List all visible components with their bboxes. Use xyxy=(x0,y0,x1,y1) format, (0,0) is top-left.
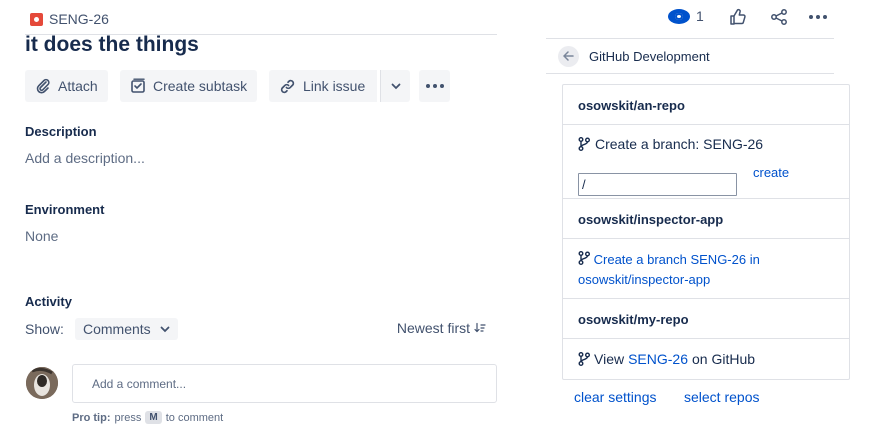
create-branch-row: Create a branch: SENG-26 xyxy=(578,136,763,152)
more-dots-icon xyxy=(425,84,444,88)
subtask-icon xyxy=(131,78,145,93)
show-label: Show: xyxy=(25,321,64,337)
keyboard-shortcut-key: M xyxy=(145,411,162,424)
repo-name: osowskit/an-repo xyxy=(578,98,685,113)
pro-tip-bold: Pro tip: xyxy=(72,411,111,424)
issue-title[interactable]: it does the things xyxy=(25,33,199,57)
link-issue-label: Link issue xyxy=(303,78,366,94)
pro-tip: Pro tip: press M to comment xyxy=(72,411,223,424)
github-panel-header: GitHub Development xyxy=(546,38,834,74)
view-on-github-row: View SENG-26 on GitHub xyxy=(578,351,755,367)
more-dots-icon xyxy=(809,15,827,19)
more-actions-button[interactable] xyxy=(419,70,450,102)
watchers-button[interactable]: 1 xyxy=(668,8,704,24)
create-branch-link[interactable]: create xyxy=(753,165,789,180)
create-subtask-button[interactable]: Create subtask xyxy=(120,70,258,102)
github-repos-panel: osowskit/an-repo Create a branch: SENG-2… xyxy=(562,84,850,380)
environment-heading: Environment xyxy=(25,202,105,217)
repo-name: osowskit/inspector-app xyxy=(578,212,724,227)
create-branch-link[interactable]: Create a branch SENG-26 in osowskit/insp… xyxy=(578,252,760,287)
activity-heading: Activity xyxy=(25,294,72,309)
view-prefix: View xyxy=(594,351,625,367)
link-issue-dropdown-button[interactable] xyxy=(380,70,410,102)
git-branch-icon xyxy=(578,352,590,366)
view-suffix: on GitHub xyxy=(692,351,756,367)
eye-icon xyxy=(668,8,690,24)
paperclip-icon xyxy=(36,78,50,94)
share-icon xyxy=(771,9,787,25)
watchers-count: 1 xyxy=(696,8,704,24)
select-repos-link[interactable]: select repos xyxy=(684,389,759,405)
chevron-down-icon xyxy=(160,326,170,332)
sort-order-button[interactable]: Newest first xyxy=(397,320,486,336)
description-field[interactable]: Add a description... xyxy=(25,150,145,166)
bug-issue-type-icon xyxy=(30,12,43,26)
repo-header: osowskit/an-repo xyxy=(563,85,849,125)
user-avatar-icon xyxy=(26,367,58,399)
subtask-label: Create subtask xyxy=(153,78,248,94)
back-button[interactable] xyxy=(558,45,579,67)
git-branch-icon xyxy=(578,251,590,265)
git-branch-icon xyxy=(578,137,590,151)
sort-order-label: Newest first xyxy=(396,320,470,336)
arrow-left-icon xyxy=(563,51,574,61)
issue-key-breadcrumb[interactable]: SENG-26 xyxy=(30,11,109,27)
more-options-button[interactable] xyxy=(809,15,827,19)
repo-header: osowskit/my-repo xyxy=(563,299,849,339)
issue-key[interactable]: SENG-26 xyxy=(49,11,109,27)
chevron-down-icon xyxy=(391,83,400,89)
description-heading: Description xyxy=(25,124,97,139)
clear-settings-link[interactable]: clear settings xyxy=(574,389,656,405)
comment-placeholder: Add a comment... xyxy=(92,376,187,391)
create-branch-text: Create a branch: SENG-26 xyxy=(595,136,764,152)
github-panel-title: GitHub Development xyxy=(589,48,710,64)
environment-field[interactable]: None xyxy=(25,228,58,244)
view-on-github-section: View SENG-26 on GitHub xyxy=(563,339,849,379)
thumbs-up-icon xyxy=(730,8,746,25)
link-issue-button[interactable]: Link issue xyxy=(269,70,378,102)
add-comment-input[interactable]: Add a comment... xyxy=(72,364,497,403)
attach-label: Attach xyxy=(58,78,98,94)
pro-tip-rest: to comment xyxy=(165,411,224,424)
attach-button[interactable]: Attach xyxy=(25,70,108,102)
view-issue-link[interactable]: SENG-26 xyxy=(628,351,688,367)
repo-name: osowskit/my-repo xyxy=(578,312,689,327)
activity-filter-value: Comments xyxy=(83,321,151,337)
activity-filter-dropdown[interactable]: Comments xyxy=(75,318,178,340)
create-branch-section: Create a branch SENG-26 in osowskit/insp… xyxy=(563,239,849,299)
avatar xyxy=(26,367,58,399)
link-icon xyxy=(280,79,295,93)
pro-tip-press: press xyxy=(114,411,142,424)
create-branch-row: Create a branch SENG-26 in osowskit/insp… xyxy=(578,250,798,290)
branch-name-input[interactable] xyxy=(578,173,737,196)
share-button[interactable] xyxy=(770,8,788,31)
create-branch-section: Create a branch: SENG-26 create xyxy=(563,125,849,199)
sort-descending-icon xyxy=(474,322,486,333)
like-button[interactable] xyxy=(729,8,747,31)
repo-header: osowskit/inspector-app xyxy=(563,199,849,239)
